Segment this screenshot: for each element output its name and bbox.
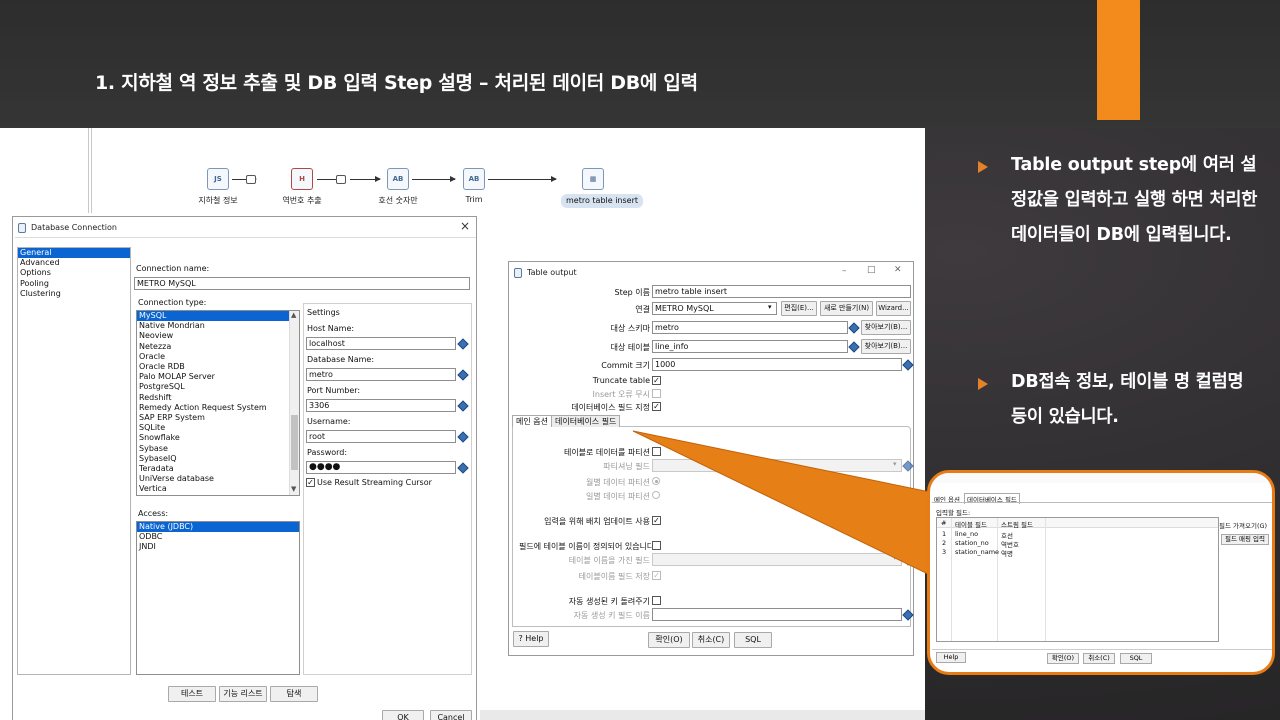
row-table-field[interactable]: station_name — [955, 548, 999, 556]
cancel-button[interactable]: 취소(C) — [1083, 653, 1115, 664]
help-button[interactable]: Help — [936, 652, 966, 663]
row-table-field[interactable]: station_no — [955, 539, 989, 547]
fields-table[interactable]: # 테이블 필드 스트림 필드 1 line_no 호선 2 station_n… — [936, 517, 1219, 642]
zoom-callout: 메인 옵션 데이터베이스 필드 입력할 필드: # 테이블 필드 스트림 필드 … — [927, 470, 1275, 675]
slide: 1. 지하철 역 정보 추출 및 DB 입력 Step 설명 – 처리된 데이터… — [0, 0, 1280, 720]
map-fields-button[interactable]: 필드 매핑 입력 — [1221, 534, 1269, 545]
zoom-top — [930, 473, 1272, 483]
header-table-field: 테이블 필드 — [955, 521, 987, 529]
sql-button[interactable]: SQL — [1120, 653, 1152, 664]
col-line — [1045, 518, 1046, 641]
ok-button[interactable]: 확인(O) — [1047, 653, 1079, 664]
row-table-field[interactable]: line_no — [955, 530, 978, 538]
col-line — [997, 518, 998, 641]
header-index: # — [941, 519, 947, 527]
divider — [932, 502, 1272, 503]
row-index: 2 — [942, 539, 947, 547]
col-line — [951, 518, 952, 641]
row-index: 3 — [942, 548, 947, 556]
divider — [932, 649, 1272, 650]
header-stream-field: 스트림 필드 — [1001, 521, 1033, 529]
get-fields-button[interactable]: 필드 가져오기(G) — [1219, 520, 1267, 530]
row-stream-field[interactable]: 역명 — [1001, 548, 1013, 558]
zoom-fields-label: 입력할 필드: — [936, 509, 971, 517]
row-index: 1 — [942, 530, 947, 538]
